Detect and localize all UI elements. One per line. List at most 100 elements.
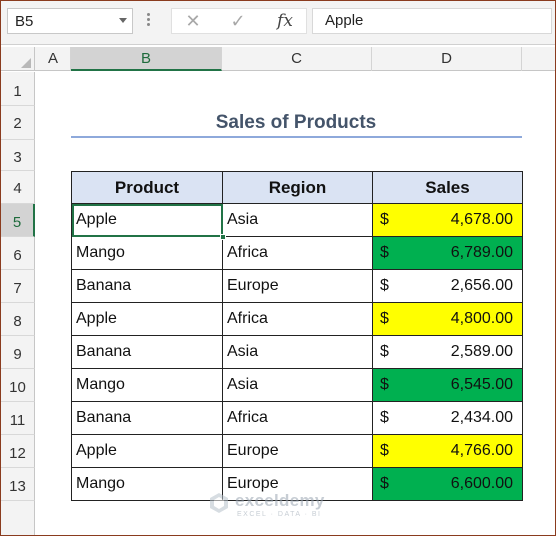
sheet-title[interactable]: Sales of Products bbox=[71, 105, 521, 137]
header-sales[interactable]: Sales bbox=[372, 171, 523, 204]
table-row: Banana Europe $2,656.00 bbox=[71, 269, 523, 303]
sales-amount: 4,678.00 bbox=[450, 211, 513, 228]
cell-region[interactable]: Africa bbox=[222, 236, 373, 270]
column-header-next[interactable] bbox=[522, 47, 555, 71]
cell-region[interactable]: Asia bbox=[222, 368, 373, 402]
column-header-c[interactable]: C bbox=[222, 47, 372, 71]
table-row: Apple Europe $4,766.00 bbox=[71, 434, 523, 468]
row-header-1[interactable]: 1 bbox=[1, 72, 35, 106]
column-header-d[interactable]: D bbox=[372, 47, 522, 71]
table-row: Mango Asia $6,545.00 bbox=[71, 368, 523, 402]
sales-amount: 2,434.00 bbox=[450, 409, 513, 426]
row-header-11[interactable]: 11 bbox=[1, 402, 35, 435]
currency-symbol: $ bbox=[380, 376, 389, 393]
sales-amount: 2,589.00 bbox=[450, 343, 513, 360]
cell-product-text: Banana bbox=[76, 343, 132, 360]
table-header-row: Product Region Sales bbox=[71, 171, 523, 204]
row-header-8[interactable]: 8 bbox=[1, 303, 35, 336]
column-header-a[interactable]: A bbox=[36, 47, 71, 71]
row-header-13[interactable]: 13 bbox=[1, 468, 35, 501]
column-headers: A B C D bbox=[1, 47, 555, 71]
row-header-4[interactable]: 4 bbox=[1, 171, 35, 204]
currency-symbol: $ bbox=[380, 409, 389, 426]
name-box-value: B5 bbox=[15, 13, 34, 30]
cell-product-text: Apple bbox=[76, 211, 117, 228]
fill-handle[interactable] bbox=[220, 234, 226, 240]
cell-product[interactable]: Mango bbox=[71, 236, 223, 270]
sales-table: Product Region Sales Apple Asia $4,678.00 M… bbox=[71, 171, 523, 501]
cell-product-text: Mango bbox=[76, 475, 125, 492]
watermark: exceldemy EXCEL · DATA · BI bbox=[207, 491, 357, 521]
cell-region[interactable]: Africa bbox=[222, 401, 373, 435]
cell-sales[interactable]: $2,656.00 bbox=[372, 269, 523, 303]
currency-symbol: $ bbox=[380, 277, 389, 294]
sales-amount: 6,600.00 bbox=[450, 475, 513, 492]
table-row: Apple Africa $4,800.00 bbox=[71, 302, 523, 336]
row-header-2[interactable]: 2 bbox=[1, 106, 35, 140]
cell-product[interactable]: Apple bbox=[71, 302, 223, 336]
header-region[interactable]: Region bbox=[222, 171, 373, 204]
exceldemy-logo-icon bbox=[210, 493, 228, 513]
sales-amount: 4,766.00 bbox=[450, 442, 513, 459]
sales-amount: 2,656.00 bbox=[450, 277, 513, 294]
cancel-icon[interactable]: ✕ bbox=[182, 10, 204, 32]
row-header-3[interactable]: 3 bbox=[1, 140, 35, 171]
cell-sales[interactable]: $2,434.00 bbox=[372, 401, 523, 435]
table-row: Banana Asia $2,589.00 bbox=[71, 335, 523, 369]
chevron-down-icon[interactable] bbox=[119, 18, 127, 23]
row-header-10[interactable]: 10 bbox=[1, 369, 35, 402]
currency-symbol: $ bbox=[380, 211, 389, 228]
cell-sales[interactable]: $2,589.00 bbox=[372, 335, 523, 369]
cell-product[interactable]: Banana bbox=[71, 335, 223, 369]
cell-product[interactable]: Apple bbox=[71, 203, 226, 240]
title-underline bbox=[71, 136, 522, 138]
cell-product-text: Banana bbox=[76, 409, 132, 426]
cell-product-text: Mango bbox=[76, 376, 125, 393]
cell-product-text: Apple bbox=[76, 310, 117, 327]
cell-product[interactable]: Mango bbox=[71, 368, 223, 402]
watermark-tagline: EXCEL · DATA · BI bbox=[237, 511, 322, 518]
cell-sales[interactable]: $6,545.00 bbox=[372, 368, 523, 402]
row-header-7[interactable]: 7 bbox=[1, 270, 35, 303]
cell-region[interactable]: Europe bbox=[222, 269, 373, 303]
cell-sales[interactable]: $4,766.00 bbox=[372, 434, 523, 468]
table-row: Banana Africa $2,434.00 bbox=[71, 401, 523, 435]
column-header-b[interactable]: B bbox=[71, 47, 222, 71]
cell-region[interactable]: Asia bbox=[222, 335, 373, 369]
watermark-name: exceldemy bbox=[235, 491, 325, 510]
cell-region[interactable]: Asia bbox=[222, 203, 373, 237]
currency-symbol: $ bbox=[380, 442, 389, 459]
cell-region[interactable]: Africa bbox=[222, 302, 373, 336]
cell-product[interactable]: Apple bbox=[71, 434, 223, 468]
select-all-button[interactable] bbox=[1, 47, 35, 71]
table-row: Apple Asia $4,678.00 bbox=[71, 203, 523, 240]
currency-symbol: $ bbox=[380, 475, 389, 492]
sales-amount: 6,545.00 bbox=[450, 376, 513, 393]
header-product[interactable]: Product bbox=[71, 171, 223, 204]
row-header-12[interactable]: 12 bbox=[1, 435, 35, 468]
row-header-9[interactable]: 9 bbox=[1, 336, 35, 369]
cell-sales[interactable]: $4,678.00 bbox=[372, 203, 523, 237]
cell-product[interactable]: Mango bbox=[71, 467, 223, 501]
formula-input[interactable]: Apple bbox=[312, 8, 552, 34]
row-header-5[interactable]: 5 bbox=[1, 204, 35, 237]
cell-product-text: Apple bbox=[76, 442, 117, 459]
formula-bar: B5 ✕ ✓ fx Apple bbox=[1, 1, 555, 45]
cell-sales[interactable]: $6,600.00 bbox=[372, 467, 523, 501]
cell-product[interactable]: Banana bbox=[71, 401, 223, 435]
select-all-icon bbox=[21, 58, 31, 68]
cell-sales[interactable]: $6,789.00 bbox=[372, 236, 523, 270]
name-box[interactable]: B5 bbox=[7, 8, 133, 34]
insert-function-icon[interactable]: fx bbox=[272, 10, 298, 32]
table-row: Mango Africa $6,789.00 bbox=[71, 236, 523, 270]
row-header-14[interactable] bbox=[1, 501, 35, 535]
cell-product-text: Banana bbox=[76, 277, 132, 294]
cell-region[interactable]: Europe bbox=[222, 434, 373, 468]
cell-sales[interactable]: $4,800.00 bbox=[372, 302, 523, 336]
cell-product[interactable]: Banana bbox=[71, 269, 223, 303]
sales-amount: 6,789.00 bbox=[450, 244, 513, 261]
currency-symbol: $ bbox=[380, 310, 389, 327]
row-header-6[interactable]: 6 bbox=[1, 237, 35, 270]
enter-icon[interactable]: ✓ bbox=[227, 10, 249, 32]
drag-handle-icon[interactable] bbox=[147, 11, 151, 31]
